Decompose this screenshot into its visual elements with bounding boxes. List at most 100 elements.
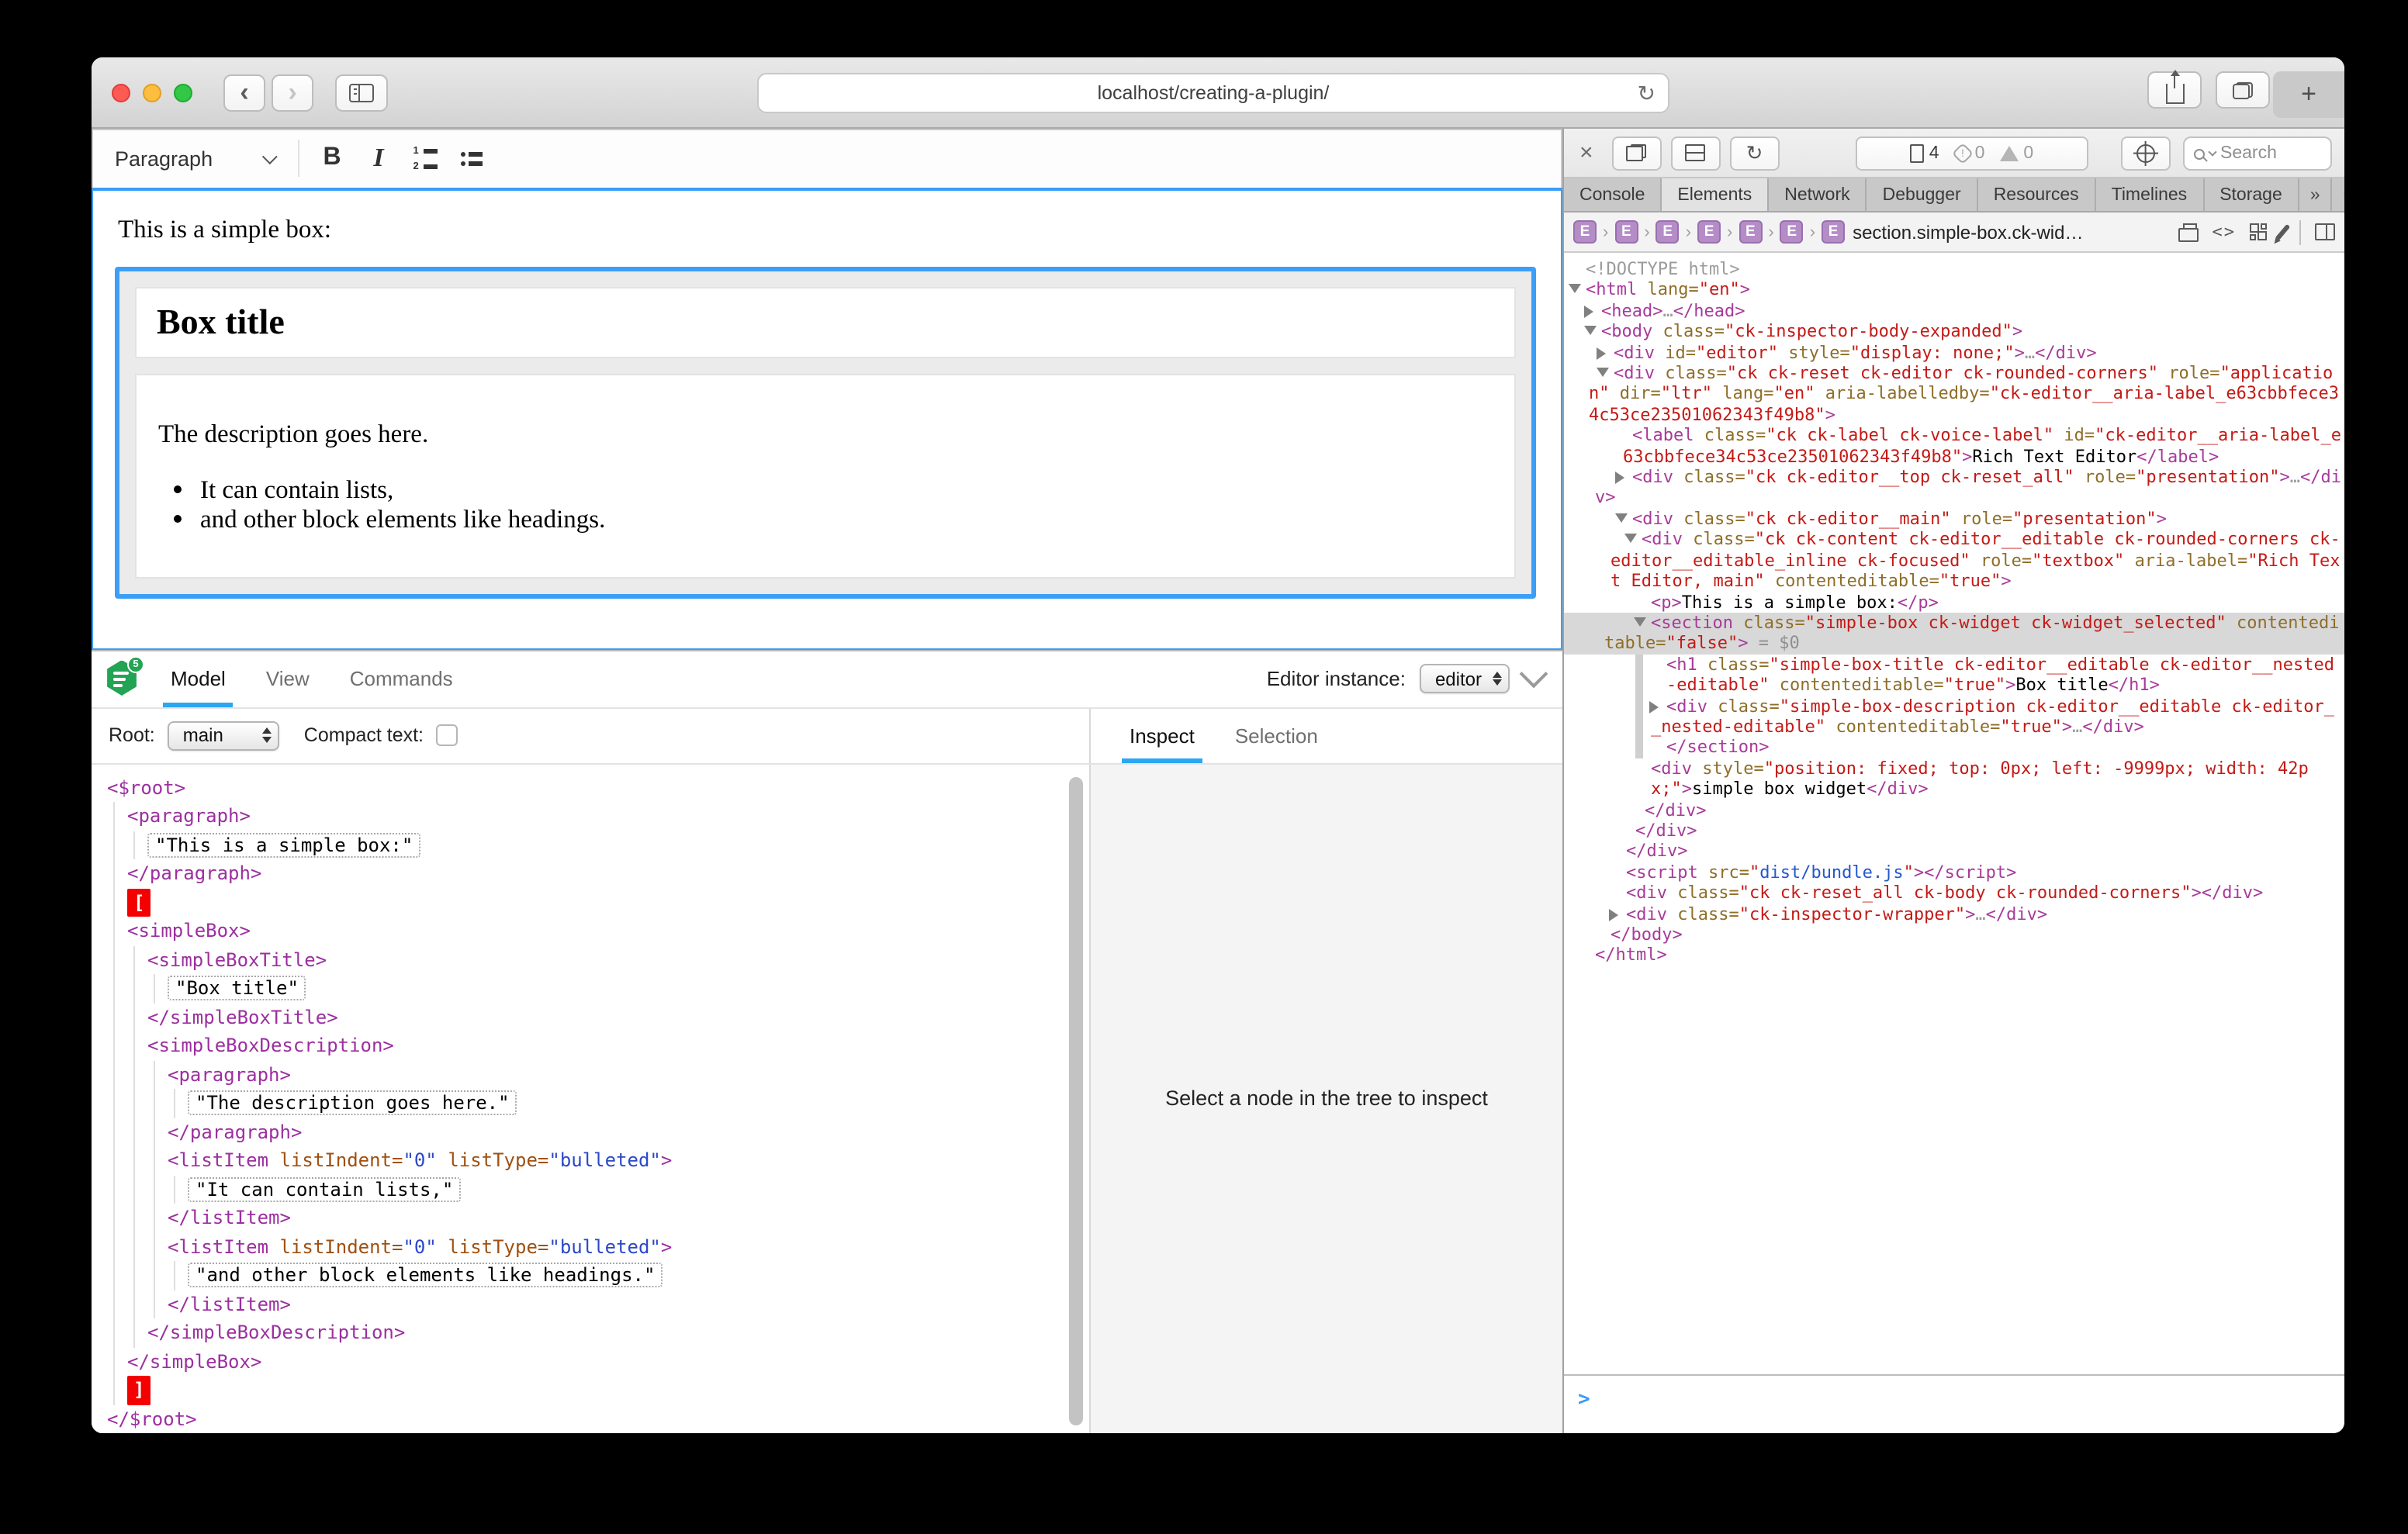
dom-tree-node[interactable]: <div class="ck ck-reset_all ck-body ck-r… xyxy=(1564,883,2344,903)
add-tab-button[interactable]: + xyxy=(2333,178,2344,211)
address-bar[interactable]: localhost/creating-a-plugin/ ↻ xyxy=(757,73,1669,113)
inspector-tab-model[interactable]: Model xyxy=(154,651,243,707)
breadcrumb-current-node[interactable]: section.simple-box.ck-wid… xyxy=(1853,221,2083,243)
dock-bottom-button[interactable] xyxy=(1671,136,1721,170)
disclosure-closed-icon[interactable] xyxy=(1584,306,1593,318)
text-node[interactable]: "Box title" xyxy=(168,976,306,1000)
disclosure-closed-icon[interactable] xyxy=(1649,700,1659,713)
model-tree-line[interactable]: </simpleBox> xyxy=(92,1347,1089,1376)
disclosure-open-icon[interactable] xyxy=(1634,617,1646,627)
quick-console[interactable]: > xyxy=(1564,1374,2344,1433)
dom-tree-node[interactable]: </div> xyxy=(1564,841,2344,862)
dom-tree-node[interactable]: <!DOCTYPE html> xyxy=(1564,259,2344,280)
disclosure-open-icon[interactable] xyxy=(1597,368,1609,377)
dom-tree-node[interactable]: <script src="dist/bundle.js"></script> xyxy=(1564,862,2344,883)
model-tree-line[interactable]: "The description goes here." xyxy=(92,1089,1089,1118)
zoom-window-button[interactable] xyxy=(174,83,192,102)
disclosure-open-icon[interactable] xyxy=(1569,285,1581,294)
undock-button[interactable] xyxy=(1612,136,1662,170)
disclosure-closed-icon[interactable] xyxy=(1609,908,1618,921)
minimize-window-button[interactable] xyxy=(143,83,161,102)
devtools-tab-debugger[interactable]: Debugger xyxy=(1867,178,1978,211)
breadcrumb-element-badge[interactable]: E xyxy=(1739,220,1762,244)
model-tree-line[interactable]: <listItem listIndent="0" listType="bulle… xyxy=(92,1146,1089,1175)
disclosure-open-icon[interactable] xyxy=(1615,513,1628,523)
model-tree-line[interactable]: <listItem listIndent="0" listType="bulle… xyxy=(92,1232,1089,1261)
breadcrumb-element-badge[interactable]: E xyxy=(1822,220,1845,244)
breadcrumb-element-badge[interactable]: E xyxy=(1656,220,1680,244)
new-tab-button[interactable]: + xyxy=(2273,71,2344,118)
devtools-reload-button[interactable]: ↻ xyxy=(1730,136,1780,170)
editor-instance-select[interactable]: editor xyxy=(1420,664,1510,693)
bulleted-list-button[interactable] xyxy=(448,137,495,181)
dom-tree-node[interactable]: <body class="ck-inspector-body-expanded"… xyxy=(1564,321,2344,342)
model-tree-line[interactable]: <simpleBoxTitle> xyxy=(92,945,1089,974)
tabs-overflow-button[interactable]: » xyxy=(2299,178,2333,211)
text-node[interactable]: "The description goes here." xyxy=(188,1090,517,1115)
bold-button[interactable]: B xyxy=(309,137,355,181)
dom-tree-node[interactable]: <div class="ck-inspector-wrapper">…</div… xyxy=(1564,903,2344,924)
dom-tree-node[interactable]: <head>…</head> xyxy=(1564,301,2344,322)
panel-tab-inspect[interactable]: Inspect xyxy=(1112,708,1212,762)
breadcrumb-element-badge[interactable]: E xyxy=(1697,220,1721,244)
model-tree-line[interactable]: </paragraph> xyxy=(92,1118,1089,1146)
dom-tree-node[interactable]: <div class="ck ck-reset ck-editor ck-rou… xyxy=(1564,363,2344,425)
back-button[interactable]: ‹ xyxy=(223,74,265,111)
description-paragraph[interactable]: The description goes here. xyxy=(158,419,1493,450)
simple-box-title[interactable]: Box title xyxy=(135,287,1516,358)
close-devtools-button[interactable]: × xyxy=(1579,140,1593,166)
devtools-tab-console[interactable]: Console xyxy=(1564,178,1662,211)
model-tree-line[interactable]: <simpleBoxDescription> xyxy=(92,1031,1089,1060)
dom-tree-node[interactable]: </section> xyxy=(1564,738,2344,758)
dom-tree-node[interactable]: </div> xyxy=(1564,821,2344,841)
model-tree-line[interactable]: <paragraph> xyxy=(92,1060,1089,1089)
model-tree-line[interactable]: [ xyxy=(92,888,1089,917)
dom-tree-node[interactable]: <div class="simple-box-description ck-ed… xyxy=(1564,696,2344,738)
text-node[interactable]: "It can contain lists," xyxy=(188,1176,461,1201)
dom-tree-node[interactable]: <section class="simple-box ck-widget ck-… xyxy=(1564,613,2344,655)
dom-tree-node[interactable]: </html> xyxy=(1564,945,2344,966)
share-button[interactable] xyxy=(2147,71,2202,109)
element-picker-button[interactable] xyxy=(2121,136,2171,171)
numbered-list-button[interactable]: 1 2 xyxy=(402,137,448,181)
model-tree-line[interactable]: </listItem> xyxy=(92,1204,1089,1232)
console-prompt[interactable]: > xyxy=(1578,1388,1590,1411)
devtools-tab-storage[interactable]: Storage xyxy=(2204,178,2299,211)
model-tree-line[interactable]: </simpleBoxTitle> xyxy=(92,1003,1089,1031)
layout-grid-icon[interactable] xyxy=(2250,223,2267,240)
disclosure-open-icon[interactable] xyxy=(1584,326,1597,335)
panel-tab-selection[interactable]: Selection xyxy=(1218,708,1335,762)
dom-tree-node[interactable]: <html lang="en"> xyxy=(1564,280,2344,301)
model-tree-line[interactable]: <simpleBox> xyxy=(92,917,1089,945)
model-tree-line[interactable]: "This is a simple box:" xyxy=(92,831,1089,859)
close-window-button[interactable] xyxy=(112,83,130,102)
model-tree-line[interactable]: "and other block elements like headings.… xyxy=(92,1261,1089,1290)
model-tree-line[interactable]: "Box title" xyxy=(92,974,1089,1003)
tree-scrollbar[interactable] xyxy=(1069,776,1083,1425)
resource-status-group[interactable]: 4 0 0 xyxy=(1856,136,2088,171)
text-node[interactable]: "and other block elements like headings.… xyxy=(188,1263,663,1287)
devtools-tab-elements[interactable]: Elements xyxy=(1662,178,1769,211)
breadcrumb-element-badge[interactable]: E xyxy=(1573,220,1597,244)
text-node[interactable]: "This is a simple box:" xyxy=(147,832,420,857)
disclosure-closed-icon[interactable] xyxy=(1615,472,1624,484)
model-tree-line[interactable]: ] xyxy=(92,1376,1089,1404)
dom-tree-node[interactable]: <div class="ck ck-content ck-editor__edi… xyxy=(1564,530,2344,592)
collapse-inspector-icon[interactable] xyxy=(1520,660,1548,689)
reload-icon[interactable]: ↻ xyxy=(1638,81,1656,107)
disclosure-open-icon[interactable] xyxy=(1624,534,1637,544)
model-tree-line[interactable]: </paragraph> xyxy=(92,859,1089,888)
inspector-tab-view[interactable]: View xyxy=(249,651,327,707)
list-item[interactable]: It can contain lists, xyxy=(200,476,1493,505)
dom-tree-node[interactable]: </body> xyxy=(1564,924,2344,945)
dom-tree-node[interactable]: <h1 class="simple-box-title ck-editor__e… xyxy=(1564,654,2344,696)
details-sidebar-toggle-icon[interactable] xyxy=(2315,223,2335,240)
show-source-icon[interactable]: <> xyxy=(2213,222,2237,242)
model-tree-line[interactable]: </listItem> xyxy=(92,1290,1089,1318)
print-icon[interactable] xyxy=(2178,227,2199,241)
dom-tree-node[interactable]: <div class="ck ck-editor__main" role="pr… xyxy=(1564,509,2344,530)
dom-tree-node[interactable]: <div style="position: fixed; top: 0px; l… xyxy=(1564,758,2344,800)
simple-box-widget[interactable]: Box title The description goes here. It … xyxy=(115,267,1536,599)
breadcrumb-element-badge[interactable]: E xyxy=(1614,220,1638,244)
model-tree-line[interactable]: "It can contain lists," xyxy=(92,1175,1089,1204)
